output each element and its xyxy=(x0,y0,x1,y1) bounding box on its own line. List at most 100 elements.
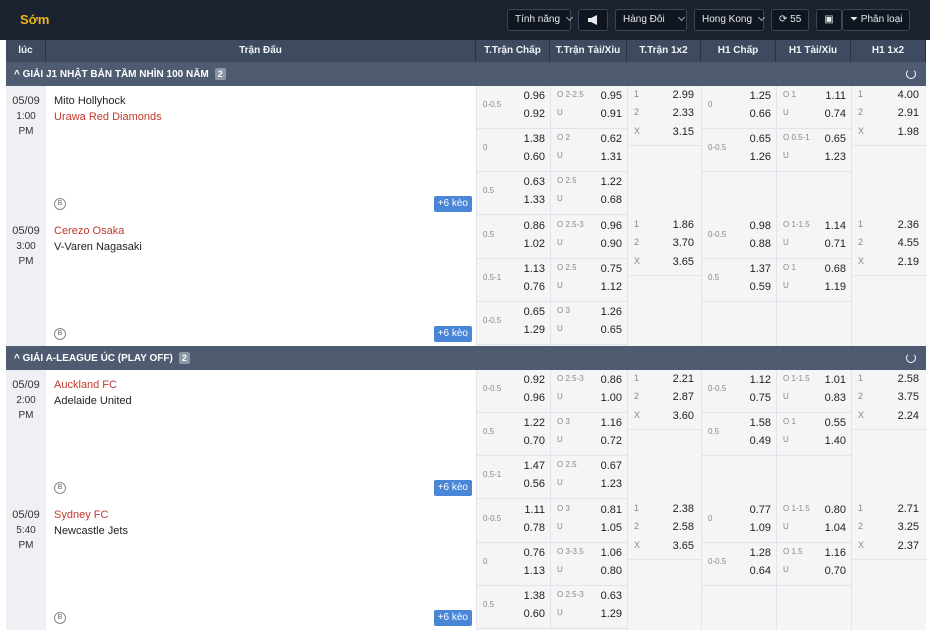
stats-icon[interactable]: B xyxy=(54,612,66,624)
team-2[interactable]: Newcastle Jets xyxy=(54,525,128,537)
odds-away[interactable]: 1.00 xyxy=(601,392,622,404)
odds-two[interactable]: 3.25 xyxy=(898,521,919,533)
team-2[interactable]: V-Varen Nagasaki xyxy=(54,241,142,253)
odds-away[interactable]: 0.70 xyxy=(524,435,545,447)
team-1[interactable]: Auckland FC xyxy=(54,379,117,391)
odds-home[interactable]: 0.67 xyxy=(601,460,622,472)
odds-away[interactable]: 1.12 xyxy=(601,281,622,293)
odds-away[interactable]: 0.60 xyxy=(524,608,545,620)
odds-home[interactable]: 1.12 xyxy=(750,374,771,386)
odds-away[interactable]: 0.71 xyxy=(825,238,846,250)
odds-x[interactable]: 1.98 xyxy=(898,126,919,138)
odds-home[interactable]: 1.14 xyxy=(825,220,846,232)
odds-away[interactable]: 0.68 xyxy=(601,194,622,206)
odds-away[interactable]: 1.09 xyxy=(750,522,771,534)
team-1[interactable]: Mito Hollyhock xyxy=(54,95,126,107)
odds-one[interactable]: 2.99 xyxy=(673,89,694,101)
odds-home[interactable]: 1.58 xyxy=(750,417,771,429)
odds-away[interactable]: 0.60 xyxy=(524,151,545,163)
more-bets-button[interactable]: +6 kèo xyxy=(433,326,472,342)
league-header[interactable]: ^ GIẢI J1 NHẬT BẢN TẦM NHÌN 100 NĂM 2 xyxy=(6,62,926,86)
odds-away[interactable]: 1.26 xyxy=(750,151,771,163)
odds-away[interactable]: 0.88 xyxy=(750,238,771,250)
odds-home[interactable]: 0.81 xyxy=(601,504,622,516)
collapse-icon[interactable]: ^ xyxy=(14,69,23,80)
odds-two[interactable]: 2.58 xyxy=(673,521,694,533)
odds-home[interactable]: 1.25 xyxy=(750,90,771,102)
more-bets-button[interactable]: +6 kèo xyxy=(433,480,472,496)
odds-away[interactable]: 0.66 xyxy=(750,108,771,120)
odds-home[interactable]: 1.16 xyxy=(601,417,622,429)
odds-home[interactable]: 1.01 xyxy=(825,374,846,386)
odds-away[interactable]: 0.80 xyxy=(601,565,622,577)
odds-home[interactable]: 0.96 xyxy=(524,90,545,102)
odds-home[interactable]: 0.98 xyxy=(750,220,771,232)
odds-away[interactable]: 1.13 xyxy=(524,565,545,577)
odds-home[interactable]: 0.77 xyxy=(750,504,771,516)
odds-home[interactable]: 1.06 xyxy=(601,547,622,559)
refresh-icon[interactable] xyxy=(906,353,916,363)
odds-home[interactable]: 0.63 xyxy=(601,590,622,602)
odds-x[interactable]: 2.37 xyxy=(898,540,919,552)
odds-one[interactable]: 2.21 xyxy=(673,373,694,385)
odds-away[interactable]: 0.64 xyxy=(750,565,771,577)
odds-home[interactable]: 1.38 xyxy=(524,590,545,602)
odds-away[interactable]: 0.96 xyxy=(524,392,545,404)
odds-two[interactable]: 2.33 xyxy=(673,107,694,119)
odds-home[interactable]: 1.28 xyxy=(750,547,771,559)
odds-home[interactable]: 1.16 xyxy=(825,547,846,559)
odds-away[interactable]: 0.76 xyxy=(524,281,545,293)
odds-away[interactable]: 0.49 xyxy=(750,435,771,447)
odds-home[interactable]: 1.37 xyxy=(750,263,771,275)
odds-two[interactable]: 3.70 xyxy=(673,237,694,249)
odds-away[interactable]: 1.04 xyxy=(825,522,846,534)
category-button[interactable]: ⏷ Phân loại xyxy=(842,9,910,31)
stats-icon[interactable]: B xyxy=(54,482,66,494)
odds-home[interactable]: 1.38 xyxy=(524,133,545,145)
odds-home[interactable]: 1.22 xyxy=(524,417,545,429)
odds-one[interactable]: 2.58 xyxy=(898,373,919,385)
odds-away[interactable]: 0.56 xyxy=(524,478,545,490)
parlay-button[interactable]: ▣ xyxy=(816,9,842,31)
odds-one[interactable]: 2.38 xyxy=(673,503,694,515)
refresh-icon[interactable] xyxy=(906,69,916,79)
more-bets-button[interactable]: +6 kèo xyxy=(433,610,472,626)
odds-away[interactable]: 0.75 xyxy=(750,392,771,404)
odds-type-dropdown[interactable]: Hong Kong xyxy=(694,9,766,31)
odds-x[interactable]: 3.65 xyxy=(673,540,694,552)
odds-away[interactable]: 0.83 xyxy=(825,392,846,404)
odds-home[interactable]: 1.22 xyxy=(601,176,622,188)
odds-home[interactable]: 0.65 xyxy=(825,133,846,145)
odds-away[interactable]: 1.33 xyxy=(524,194,545,206)
odds-x[interactable]: 2.19 xyxy=(898,256,919,268)
odds-home[interactable]: 0.75 xyxy=(601,263,622,275)
odds-one[interactable]: 2.36 xyxy=(898,219,919,231)
odds-x[interactable]: 3.60 xyxy=(673,410,694,422)
collapse-icon[interactable]: ^ xyxy=(14,353,23,364)
odds-one[interactable]: 2.71 xyxy=(898,503,919,515)
odds-x[interactable]: 3.65 xyxy=(673,256,694,268)
odds-home[interactable]: 0.86 xyxy=(524,220,545,232)
odds-away[interactable]: 0.59 xyxy=(750,281,771,293)
odds-home[interactable]: 1.11 xyxy=(825,90,846,102)
odds-away[interactable]: 0.74 xyxy=(825,108,846,120)
odds-two[interactable]: 2.91 xyxy=(898,107,919,119)
odds-away[interactable]: 0.90 xyxy=(601,238,622,250)
odds-away[interactable]: 1.40 xyxy=(825,435,846,447)
odds-home[interactable]: 0.65 xyxy=(524,306,545,318)
odds-away[interactable]: 1.02 xyxy=(524,238,545,250)
odds-home[interactable]: 1.26 xyxy=(601,306,622,318)
odds-home[interactable]: 0.62 xyxy=(601,133,622,145)
odds-away[interactable]: 1.23 xyxy=(601,478,622,490)
odds-away[interactable]: 1.31 xyxy=(601,151,622,163)
team-2[interactable]: Urawa Red Diamonds xyxy=(54,111,162,123)
odds-away[interactable]: 1.29 xyxy=(601,608,622,620)
odds-home[interactable]: 1.13 xyxy=(524,263,545,275)
sort-dropdown[interactable]: Hàng Đôi xyxy=(615,9,687,31)
odds-home[interactable]: 1.47 xyxy=(524,460,545,472)
odds-home[interactable]: 1.11 xyxy=(524,504,545,516)
odds-home[interactable]: 0.96 xyxy=(601,220,622,232)
odds-home[interactable]: 0.86 xyxy=(601,374,622,386)
announcement-button[interactable] xyxy=(578,9,608,31)
odds-two[interactable]: 4.55 xyxy=(898,237,919,249)
